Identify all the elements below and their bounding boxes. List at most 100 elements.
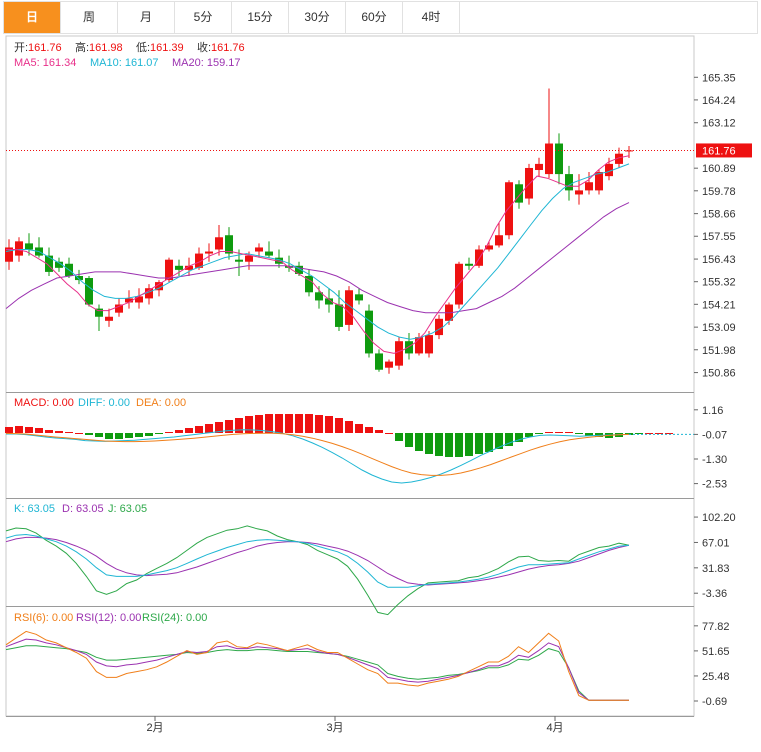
candle-body xyxy=(595,172,603,191)
candle-body xyxy=(555,143,563,175)
candle-body xyxy=(205,251,213,254)
candle-body xyxy=(365,310,373,354)
macd-bar xyxy=(305,414,313,433)
kdj-legend-item: J: 63.05 xyxy=(108,503,147,515)
macd-bar xyxy=(485,433,493,452)
y-tick-label: -0.69 xyxy=(702,696,727,708)
macd-bar xyxy=(635,433,643,434)
macd-bar xyxy=(105,433,113,439)
macd-bar xyxy=(275,414,283,433)
y-tick-label: 164.24 xyxy=(702,95,736,107)
y-tick-label: 163.12 xyxy=(702,118,736,130)
diff-line xyxy=(6,429,630,484)
candle-body xyxy=(415,337,423,354)
candle-body xyxy=(575,190,583,195)
y-tick-label: 151.98 xyxy=(702,345,736,357)
y-tick-label: 155.32 xyxy=(702,277,736,289)
macd-bar xyxy=(435,433,443,456)
ohlc-value: 161.39 xyxy=(150,42,184,54)
y-tick-label: 1.16 xyxy=(702,405,723,417)
macd-bar xyxy=(535,433,543,434)
macd-bar xyxy=(355,424,363,433)
macd-bar xyxy=(375,430,383,433)
macd-bar xyxy=(665,433,673,434)
candle-body xyxy=(395,341,403,366)
y-tick-label: -2.53 xyxy=(702,479,727,491)
ma-legend-item: MA5: 161.34 xyxy=(14,57,76,69)
y-tick-label: 51.65 xyxy=(702,646,730,658)
y-tick-label: 158.66 xyxy=(702,209,736,221)
rsi-legend-item: RSI(24): 0.00 xyxy=(142,612,207,624)
candle-body xyxy=(335,304,343,327)
y-tick-label: 156.43 xyxy=(702,254,736,266)
candle-body xyxy=(265,251,273,256)
ohlc-label: 收: xyxy=(197,40,211,54)
macd-bar xyxy=(95,433,103,437)
macd-bar xyxy=(115,433,123,439)
macd-bar xyxy=(55,431,63,433)
y-tick-label: -0.07 xyxy=(702,429,727,441)
y-tick-label: 154.21 xyxy=(702,299,736,311)
macd-bar xyxy=(395,433,403,441)
macd-bar xyxy=(175,430,183,433)
candle-body xyxy=(425,335,433,354)
candle-body xyxy=(105,316,113,321)
macd-bar xyxy=(265,414,273,433)
candle-body xyxy=(255,247,263,252)
macd-bar xyxy=(125,433,133,438)
candle-body xyxy=(245,255,253,262)
chart-canvas[interactable]: 165.35 164.24 163.12 160.89 159.78 158.66 157.… xyxy=(0,0,761,752)
macd-bar xyxy=(145,433,153,436)
y-tick-label: 157.55 xyxy=(702,231,736,243)
macd-bar xyxy=(575,433,583,434)
macd-bar xyxy=(85,433,93,435)
macd-bar xyxy=(315,415,323,433)
ohlc-value: 161.76 xyxy=(28,42,62,54)
macd-bar xyxy=(455,433,463,457)
y-tick-label: -1.30 xyxy=(702,454,727,466)
macd-bar xyxy=(335,418,343,433)
macd-bar xyxy=(235,418,243,433)
macd-bar xyxy=(295,414,303,433)
macd-bar xyxy=(365,427,373,433)
candle-body xyxy=(135,296,143,303)
candle-body xyxy=(525,167,533,199)
y-tick-label: 25.48 xyxy=(702,671,730,683)
macd-bar xyxy=(425,433,433,454)
macd-legend-item: MACD: 0.00 xyxy=(14,397,74,409)
macd-bar xyxy=(445,433,453,457)
macd-bar xyxy=(5,427,13,433)
x-tick-label: 2月 xyxy=(146,722,163,734)
candle-body xyxy=(535,163,543,171)
candle-body xyxy=(355,294,363,301)
kdj-legend-item: D: 63.05 xyxy=(62,503,104,515)
macd-bar xyxy=(65,432,73,433)
y-tick-label: 102.20 xyxy=(702,512,736,524)
rsi6-line xyxy=(5,630,629,701)
macd-bar xyxy=(135,433,143,437)
x-tick-label: 4月 xyxy=(546,722,563,734)
y-tick-label: 153.09 xyxy=(702,322,736,334)
macd-bar xyxy=(655,433,663,434)
candle-body xyxy=(625,150,633,152)
ohlc-value: 161.98 xyxy=(89,42,123,54)
macd-bar xyxy=(415,433,423,451)
candle-body xyxy=(505,182,513,236)
macd-bar xyxy=(165,432,173,433)
ohlc-label: 高: xyxy=(75,40,89,54)
candle-body xyxy=(375,353,383,370)
y-tick-label: 159.78 xyxy=(702,186,736,198)
rsi-legend-item: RSI(12): 0.00 xyxy=(76,612,141,624)
y-tick-label: -3.36 xyxy=(702,588,727,600)
y-tick-label: 31.83 xyxy=(702,563,730,575)
macd-bar xyxy=(545,432,553,433)
candle-body xyxy=(225,235,233,254)
macd-bar xyxy=(205,424,213,433)
macd-bar xyxy=(75,433,83,434)
ohlc-label: 低: xyxy=(136,41,150,54)
y-tick-label: 150.86 xyxy=(702,368,736,380)
candle-body xyxy=(405,341,413,354)
candle-body xyxy=(585,182,593,191)
candle-body xyxy=(235,259,243,262)
ohlc-value: 161.76 xyxy=(211,42,245,54)
